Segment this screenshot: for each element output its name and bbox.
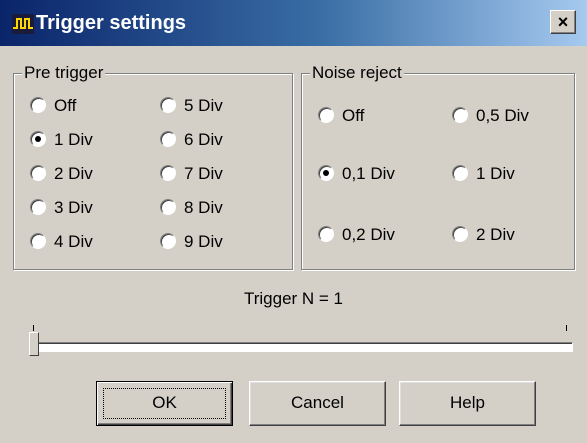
slider-tick-max xyxy=(566,325,567,331)
radio-label: 8 Div xyxy=(184,198,223,217)
radio-label: 0,1 Div xyxy=(342,164,395,183)
help-button[interactable]: Help xyxy=(399,381,536,426)
radio-label: 0,5 Div xyxy=(476,106,529,125)
radio-label: 2 Div xyxy=(54,164,93,183)
radio-circle xyxy=(318,165,334,181)
radio-label: 2 Div xyxy=(476,225,515,244)
pre-trigger-group: Pre trigger Off 1 Div 2 Div 3 Div 4 Div … xyxy=(13,63,293,270)
slider-thumb[interactable] xyxy=(29,332,39,356)
radio-circle xyxy=(160,233,176,249)
slider-track[interactable] xyxy=(29,342,573,352)
close-icon: × xyxy=(557,12,569,32)
cancel-button-label: Cancel xyxy=(291,393,344,412)
help-button-label: Help xyxy=(450,393,485,412)
noise-reject-group: Noise reject Off 0,1 Div 0,2 Div 0,5 Div… xyxy=(301,63,575,270)
radio-circle xyxy=(160,131,176,147)
radio-label: Off xyxy=(342,106,365,125)
radio-circle xyxy=(30,131,46,147)
radio-label: 3 Div xyxy=(54,198,93,217)
radio-label: 6 Div xyxy=(184,130,223,149)
radio-label: 9 Div xyxy=(184,232,223,251)
window-title: Trigger settings xyxy=(36,12,187,34)
title-bar[interactable]: Trigger settings × xyxy=(0,0,587,46)
slider-tick-min xyxy=(33,325,34,331)
radio-circle xyxy=(160,199,176,215)
radio-label: Off xyxy=(54,96,77,115)
trigger-settings-dialog: Trigger settings × Pre trigger Off 1 Div… xyxy=(0,0,587,443)
radio-label: 4 Div xyxy=(54,232,93,251)
radio-circle xyxy=(160,165,176,181)
noise-reject-legend: Noise reject xyxy=(310,63,404,83)
radio-circle xyxy=(318,226,334,242)
radio-label: 1 Div xyxy=(476,164,515,183)
oscilloscope-app-icon xyxy=(12,14,34,34)
radio-circle xyxy=(30,97,46,113)
pre-trigger-legend: Pre trigger xyxy=(22,63,106,83)
radio-circle xyxy=(452,107,468,123)
radio-circle xyxy=(452,165,468,181)
focus-rectangle xyxy=(103,388,226,419)
cancel-button[interactable]: Cancel xyxy=(249,381,386,426)
radio-circle xyxy=(318,107,334,123)
radio-label: 5 Div xyxy=(184,96,223,115)
trigger-n-label: Trigger N = 1 xyxy=(243,289,344,308)
trigger-n-slider[interactable] xyxy=(29,318,573,360)
radio-circle xyxy=(160,97,176,113)
ok-button[interactable]: OK xyxy=(96,381,233,426)
radio-selected-dot xyxy=(35,136,41,142)
radio-label: 0,2 Div xyxy=(342,225,395,244)
radio-circle xyxy=(30,165,46,181)
close-button[interactable]: × xyxy=(550,10,576,34)
radio-label: 1 Div xyxy=(54,130,93,149)
radio-selected-dot xyxy=(323,170,329,176)
radio-circle xyxy=(452,226,468,242)
radio-label: 7 Div xyxy=(184,164,223,183)
radio-circle xyxy=(30,233,46,249)
radio-circle xyxy=(30,199,46,215)
